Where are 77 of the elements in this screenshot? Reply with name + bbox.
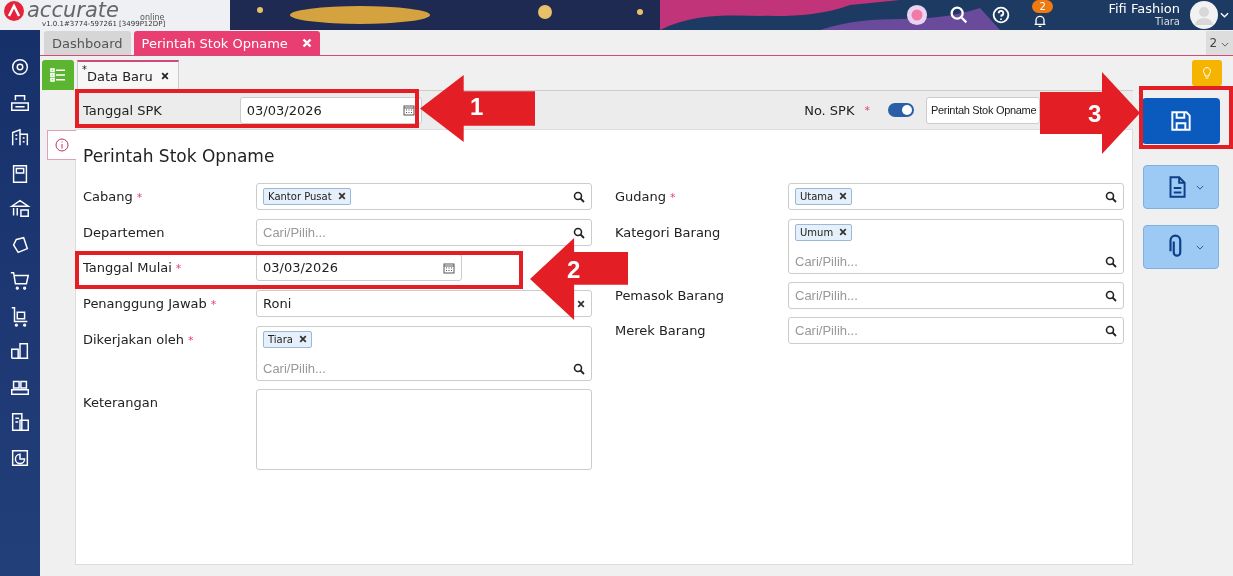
chevron-down-icon[interactable]	[1220, 12, 1229, 18]
field-label: Departemen	[83, 225, 165, 240]
field-label: Kategori Barang	[615, 225, 721, 240]
step-number: 3	[1088, 100, 1102, 128]
search-icon[interactable]	[573, 226, 585, 239]
tab[interactable]: Dashboard	[44, 31, 131, 55]
arrow-icon	[420, 75, 535, 142]
form-title: Perintah Stok Opname	[83, 146, 276, 166]
tab-overflow-button[interactable]: 2	[1205, 31, 1233, 55]
cart-icon[interactable]	[9, 269, 31, 291]
search-icon[interactable]	[1105, 255, 1117, 268]
search-icon[interactable]	[1105, 289, 1117, 302]
company-name: Fifi Fashion	[1108, 2, 1180, 15]
required-mark: *	[136, 191, 143, 204]
calendar-icon[interactable]	[443, 261, 455, 274]
arrow-icon	[1040, 72, 1140, 154]
field-label: Dikerjakan oleh	[83, 332, 185, 347]
search-icon[interactable]	[573, 362, 585, 375]
logo-text: accurate	[27, 0, 119, 20]
calendar-icon[interactable]	[402, 104, 415, 116]
select-field[interactable]: Utama	[788, 183, 1124, 210]
list-button[interactable]	[42, 60, 74, 90]
required-mark: *	[210, 298, 217, 311]
search-icon[interactable]	[1105, 190, 1117, 203]
field-label: Penanggung Jawab	[83, 296, 207, 311]
caret-icon	[1221, 42, 1229, 47]
step-number: 2	[567, 256, 581, 284]
date-field[interactable]: 03/03/2026	[256, 254, 462, 281]
attachment-menu-button[interactable]	[1142, 225, 1219, 269]
select-field[interactable]: Umum Cari/Pilih...	[788, 219, 1124, 274]
field-label: No. SPK	[804, 102, 855, 118]
search-icon[interactable]	[1105, 324, 1117, 337]
field-label: Tanggal SPK	[83, 102, 162, 118]
remove-icon[interactable]	[839, 192, 848, 200]
select-field[interactable]: Roni	[256, 290, 592, 317]
remove-icon[interactable]	[337, 192, 346, 200]
document-menu-button[interactable]	[1142, 165, 1219, 209]
field-label: Tanggal Mulai	[83, 260, 172, 275]
profile-avatar-icon[interactable]	[1190, 1, 1218, 29]
number-select[interactable]: Perintah Stok Opname	[926, 96, 1040, 124]
field-label: Gudang	[615, 189, 667, 204]
required-mark: *	[188, 334, 194, 347]
required-mark: *	[670, 191, 676, 204]
tag-chip: Umum	[795, 224, 853, 241]
avatar-icon[interactable]	[906, 4, 929, 26]
field-label: Keterangan	[83, 395, 158, 410]
save-button[interactable]	[1141, 98, 1220, 144]
field-label: Merek Barang	[615, 323, 706, 338]
field-label: Cabang	[83, 189, 133, 204]
list-icon	[50, 68, 66, 82]
bank-icon[interactable]	[9, 198, 31, 220]
caret-icon	[1195, 244, 1204, 250]
required-mark: *	[864, 103, 870, 117]
close-icon[interactable]	[160, 72, 169, 80]
required-mark: *	[175, 262, 182, 275]
select-field[interactable]: Kantor Pusat	[256, 183, 592, 210]
field-label: Pemasok Barang	[615, 288, 725, 303]
step-number: 1	[470, 93, 484, 121]
tab[interactable]: Perintah Stok Opname	[133, 31, 320, 55]
info-icon	[55, 138, 69, 152]
date-field[interactable]: 03/03/2026	[239, 96, 422, 124]
gear-icon[interactable]	[9, 56, 31, 78]
caret-icon	[1195, 184, 1204, 190]
user-name: Tiara	[1155, 15, 1180, 28]
remove-icon[interactable]	[299, 335, 308, 343]
info-tab[interactable]	[47, 130, 76, 160]
tag-chip: Kantor Pusat	[263, 188, 351, 205]
document-tab[interactable]: $^{*}$Data Baru	[77, 60, 179, 90]
tag-chip: Utama	[795, 188, 853, 205]
search-icon[interactable]	[573, 190, 585, 203]
select-field[interactable]: Tiara Cari/Pilih...	[256, 326, 592, 381]
remove-icon[interactable]	[839, 228, 848, 236]
logo-icon	[4, 1, 24, 21]
toggle-switch[interactable]	[888, 103, 914, 117]
lightbulb-icon	[1202, 67, 1212, 79]
tag-chip: Tiara	[263, 331, 313, 348]
clear-icon[interactable]	[577, 299, 585, 308]
